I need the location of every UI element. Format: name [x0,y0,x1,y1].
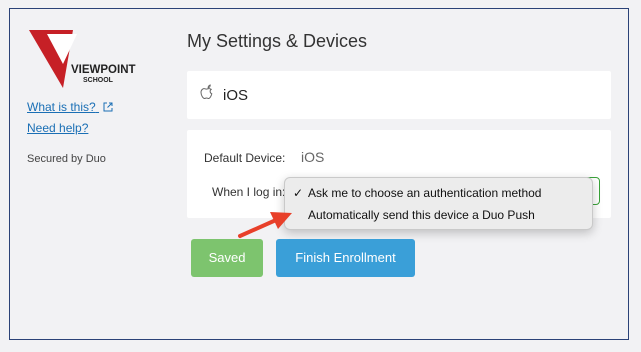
logo-text-viewpoint: VIEWPOINT [71,64,136,76]
apple-icon [200,84,213,100]
option-label: Automatically send this device a Duo Pus… [308,208,535,222]
logo-text-school: SCHOOL [83,77,114,84]
option-ask-choose[interactable]: ✓ Ask me to choose an authentication met… [285,182,592,204]
annotation-arrow-icon [238,212,292,238]
default-device-value: iOS [301,149,325,165]
what-is-this-label: What is this? [27,100,96,114]
viewpoint-school-logo: VIEWPOINT SCHOOL [29,30,136,88]
finish-enrollment-button[interactable]: Finish Enrollment [276,239,415,277]
what-is-this-link[interactable]: What is this? [27,100,113,114]
saved-button[interactable]: Saved [191,239,263,277]
page-title: My Settings & Devices [187,31,368,51]
device-card[interactable]: iOS [187,71,611,119]
secured-by-duo-text: Secured by Duo [27,153,106,165]
option-auto-push[interactable]: Automatically send this device a Duo Pus… [285,204,592,226]
device-name: iOS [223,87,249,104]
need-help-link[interactable]: Need help? [27,121,88,135]
external-link-icon [103,102,113,112]
default-device-label: Default Device: [204,151,286,165]
option-label: Ask me to choose an authentication metho… [308,186,542,200]
login-preference-dropdown: ✓ Ask me to choose an authentication met… [284,177,593,230]
